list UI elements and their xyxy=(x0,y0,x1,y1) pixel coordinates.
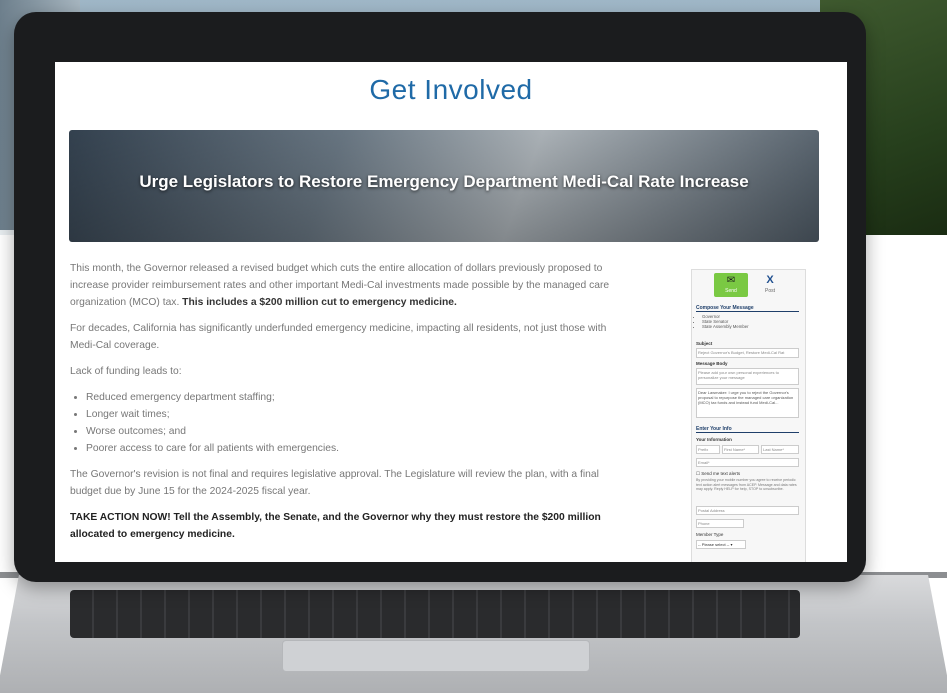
your-info-label: Your Information xyxy=(696,437,732,442)
laptop-trackpad xyxy=(282,640,590,672)
banner-title: Urge Legislators to Restore Emergency De… xyxy=(139,172,749,191)
list-item: Reduced emergency department staffing; xyxy=(86,389,630,406)
address-input[interactable]: Postal Address xyxy=(696,506,799,515)
x-logo-icon: X xyxy=(766,274,774,286)
subject-input[interactable]: Reject Governor's Budget, Restore Medi-C… xyxy=(696,348,799,358)
recipient-list: Governor State Senator State Assembly Me… xyxy=(696,314,749,329)
info-heading: Enter Your Info xyxy=(696,426,799,433)
list-item: Worse outcomes; and xyxy=(86,423,630,440)
action-form: ✉ Send X Post Compose Your Message Gover… xyxy=(691,269,806,562)
sms-disclaimer: By providing your mobile number you agre… xyxy=(696,478,797,491)
laptop-lid: Get Involved Urge Legislators to Restore… xyxy=(14,12,866,582)
page-title: Get Involved xyxy=(369,74,533,105)
member-type-value: -- Please select -- xyxy=(698,542,730,547)
article-body: This month, the Governor released a revi… xyxy=(70,260,630,552)
text-alerts-checkbox[interactable]: ☐ Send me text alerts xyxy=(696,471,740,477)
laptop-keyboard xyxy=(70,590,800,638)
envelope-icon: ✉ xyxy=(726,275,736,286)
paragraph-revision: The Governor's revision is not final and… xyxy=(70,469,599,497)
member-type-select[interactable]: -- Please select -- ▾ xyxy=(696,540,746,549)
send-button[interactable]: ✉ Send xyxy=(714,273,748,297)
email-input[interactable]: Email* xyxy=(696,458,799,467)
last-name-input[interactable]: Last Name* xyxy=(761,445,799,454)
personal-message-input[interactable]: Please add your own personal experiences… xyxy=(696,368,799,385)
send-button-label: Send xyxy=(725,288,737,294)
compose-heading: Compose Your Message xyxy=(696,305,799,312)
chevron-down-icon: ▾ xyxy=(730,542,733,547)
list-item: Poorer access to care for all patients w… xyxy=(86,440,630,457)
member-type-label: Member Type xyxy=(696,532,724,537)
text-alerts-label: Send me text alerts xyxy=(701,471,741,476)
paragraph-intro: This month, the Governor released a revi… xyxy=(70,260,630,311)
call-to-action: TAKE ACTION NOW! Tell the Assembly, the … xyxy=(70,512,601,540)
paragraph-underfunded: For decades, California has significantl… xyxy=(70,323,607,351)
impact-list: Reduced emergency department staffing; L… xyxy=(70,389,630,457)
message-body-label: Message Body xyxy=(696,361,728,366)
x-share-label: Post xyxy=(764,288,775,294)
message-body-input[interactable]: Dear Lawmaker: I urge you to reject the … xyxy=(696,388,799,418)
first-name-input[interactable]: First Name* xyxy=(722,445,759,454)
x-share-button[interactable]: X Post xyxy=(758,273,782,297)
prefix-input[interactable]: Prefix xyxy=(696,445,720,454)
laptop-screen: Get Involved Urge Legislators to Restore… xyxy=(55,62,847,562)
hero-banner: Urge Legislators to Restore Emergency De… xyxy=(69,130,819,242)
subject-label: Subject xyxy=(696,341,713,346)
list-item: Longer wait times; xyxy=(86,406,630,423)
recipient-item: State Assembly Member xyxy=(702,324,749,329)
phone-input[interactable]: Phone xyxy=(696,519,744,528)
paragraph-lack-of-funding: Lack of funding leads to: xyxy=(70,366,182,377)
paragraph-intro-bold: This includes a $200 million cut to emer… xyxy=(182,297,457,308)
